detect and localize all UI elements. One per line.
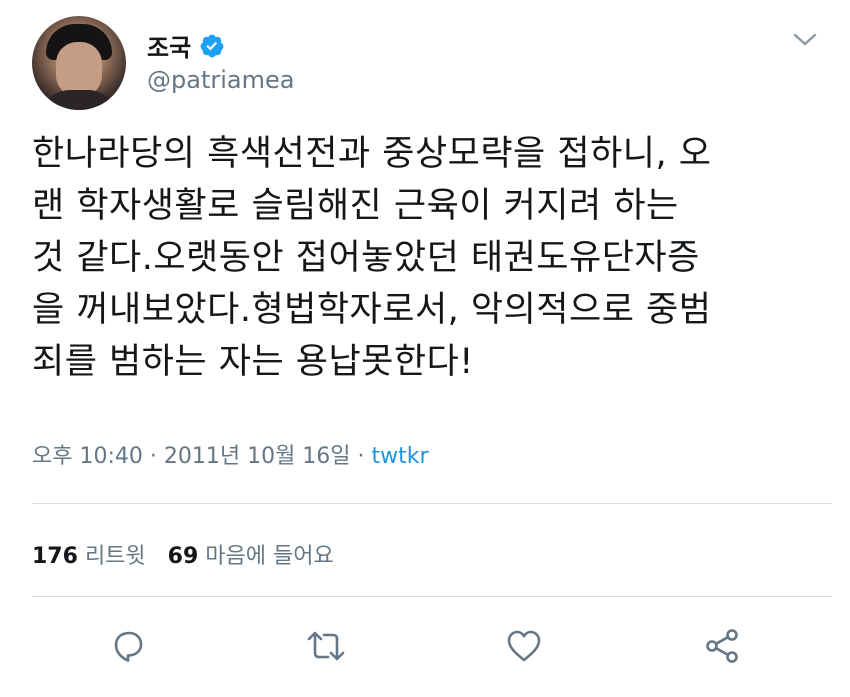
avatar[interactable] <box>32 16 126 110</box>
retweet-button[interactable] <box>306 626 346 666</box>
author-handle[interactable]: @patriamea <box>147 66 294 94</box>
like-icon <box>507 630 541 662</box>
author-display-name[interactable]: 조국 <box>147 28 191 63</box>
tweet-meta: 오후 10:40 · 2011년 10월 16일 · twtkr <box>32 438 429 470</box>
likes-label: 마음에 들어요 <box>205 544 334 569</box>
reply-icon <box>114 631 143 662</box>
chevron-down-icon[interactable] <box>792 30 818 50</box>
tweet-text-line: 죄를 범하는 자는 용납못한다! <box>32 342 474 382</box>
author-name-row[interactable]: 조국 <box>147 28 225 63</box>
tweet-text-line: 한나라당의 흑색선전과 중상모략을 접하니, 오 <box>32 134 712 174</box>
avatar-body <box>40 90 118 110</box>
like-button[interactable] <box>504 626 544 666</box>
retweets-label: 리트윗 <box>84 544 146 569</box>
verified-badge-icon <box>200 34 224 57</box>
tweet-source-link[interactable]: twtkr <box>372 444 429 469</box>
tweet-stats: 176 리트윗 69 마음에 들어요 <box>32 538 334 570</box>
retweets-count: 176 <box>32 544 78 569</box>
share-button[interactable] <box>702 626 742 666</box>
tweet-text: 한나라당의 흑색선전과 중상모략을 접하니, 오 랜 학자생활로 슬림해진 근육… <box>32 128 832 388</box>
tweet-text-line: 랜 학자생활로 슬림해진 근육이 커지려 하는 <box>32 186 679 226</box>
tweet-text-line: 을 꺼내보았다.형법학자로서, 악의적으로 중범 <box>32 290 712 330</box>
retweets-stat[interactable]: 176 리트윗 <box>32 544 146 569</box>
likes-stat[interactable]: 69 마음에 들어요 <box>168 544 334 569</box>
reply-button[interactable] <box>108 626 148 666</box>
retweet-icon <box>307 631 345 661</box>
tweet-text-line: 것 같다.오랫동안 접어놓았던 태권도유단자증 <box>32 238 700 278</box>
likes-count: 69 <box>167 544 199 569</box>
tweet-timestamp[interactable]: 오후 10:40 · 2011년 10월 16일 · <box>32 444 372 469</box>
divider <box>32 596 832 597</box>
share-icon <box>706 629 738 663</box>
divider <box>32 503 832 504</box>
tweet-actions <box>0 626 850 676</box>
